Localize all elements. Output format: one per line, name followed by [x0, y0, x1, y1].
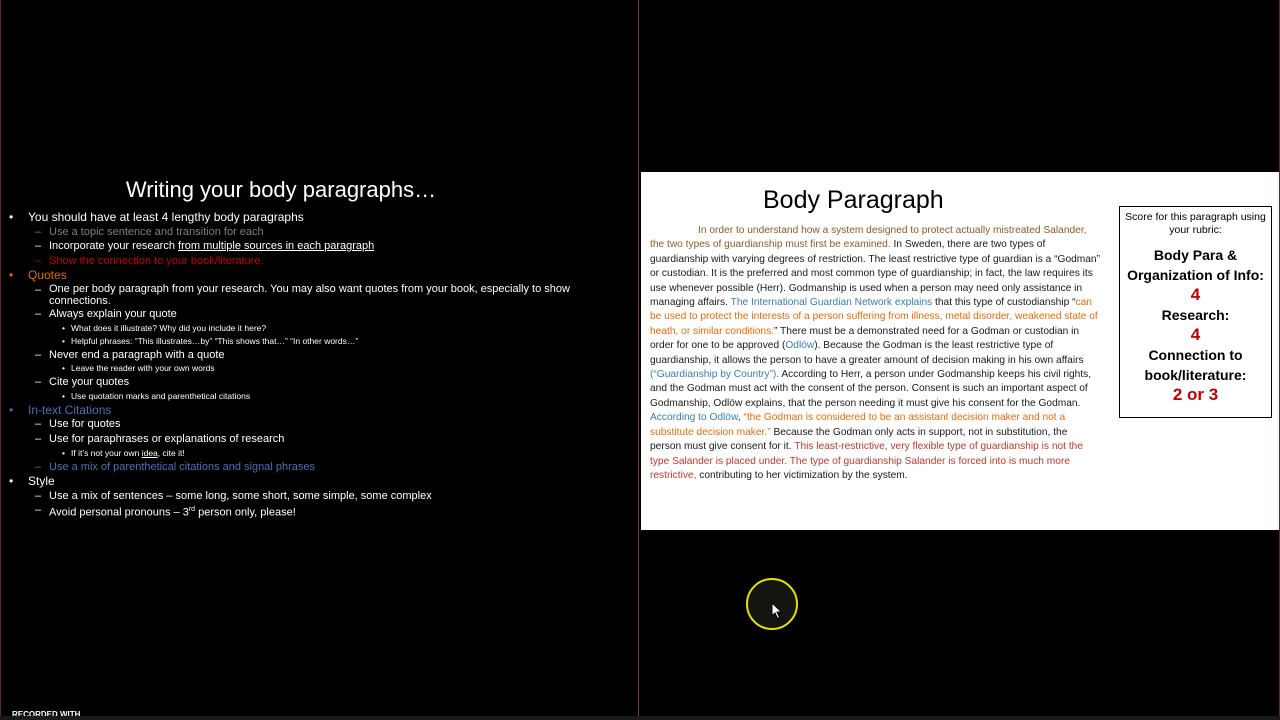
dash-icon: –	[35, 225, 42, 238]
bullet-item: • Use quotation marks and parenthetical c…	[62, 390, 251, 401]
document-page: Body Paragraph In order to understand ho…	[641, 172, 1279, 530]
underlined-text: idea	[141, 447, 158, 458]
score-value-connection: 2 or 3	[1172, 385, 1219, 404]
underlined-text: from multiple sources in each paragraph	[178, 240, 375, 253]
bullet-item: • Leave the reader with your own words	[62, 363, 215, 374]
slide-title: Writing your body paragraphs…	[125, 177, 437, 202]
dash-icon: –	[35, 307, 42, 320]
dash-icon: –	[35, 254, 42, 267]
dash-icon: –	[35, 283, 42, 296]
dash-icon: –	[35, 240, 42, 253]
document-title: Body Paragraph	[763, 186, 944, 214]
bullet-item: • You should have at least 4 lengthy body…	[9, 210, 304, 224]
bullet-icon: •	[9, 402, 14, 417]
bullet-heading-citations: • In-text Citations	[9, 402, 112, 417]
bullet-item: – Always explain your quote	[35, 307, 177, 320]
score-label-connection: Connection to book/literature:	[1144, 347, 1247, 383]
dash-icon: –	[35, 432, 42, 445]
body-paragraph-text: In order to understand how a system desi…	[650, 225, 1100, 481]
score-label-organization: Body Para & Organization of Info:	[1127, 247, 1264, 283]
dash-icon: –	[35, 418, 42, 431]
dash-icon: –	[35, 348, 42, 361]
bullet-item: – Cite your quotes	[35, 376, 130, 389]
bullet-item: • What does it illustrate? Why did you in…	[62, 322, 267, 333]
dash-icon: –	[35, 460, 42, 473]
bullet-item: – Use a mix of sentences – some long, som…	[35, 489, 432, 502]
bullet-item: • If it’s not your own idea, cite it!	[62, 447, 185, 458]
bullet-icon: •	[62, 447, 65, 458]
score-box: Score for this paragraph using your rubr…	[1119, 206, 1272, 418]
bullet-icon: •	[62, 335, 65, 346]
slide-bullet-list: • You should have at least 4 lengthy body…	[9, 210, 609, 521]
bullet-icon: •	[9, 210, 14, 224]
bullet-item: – Use for paraphrases or explanations of …	[35, 432, 285, 445]
bottom-taskbar-strip	[0, 716, 1280, 720]
bullet-item: – Show the connection to your book/litera…	[35, 254, 264, 267]
bullet-heading-style: • Style	[9, 474, 55, 489]
bullet-item: • Helpful phrases: “This illustrates…by” …	[62, 335, 359, 346]
bullet-item: – Incorporate your research from multiple…	[35, 240, 375, 253]
score-label-research: Research:	[1161, 307, 1230, 323]
bullet-item: – Avoid personal pronouns – 3rd person on…	[35, 504, 296, 519]
bullet-item: – Never end a paragraph with a quote	[35, 348, 225, 361]
bullet-icon: •	[62, 322, 65, 333]
bullet-icon: •	[9, 268, 14, 283]
mouse-pointer-icon	[771, 602, 783, 620]
bullet-item: – Use for quotes	[35, 418, 121, 431]
bullet-icon: •	[9, 474, 14, 489]
bullet-icon: •	[62, 390, 65, 401]
dash-icon: –	[35, 489, 42, 502]
score-value-research: 4	[1190, 325, 1201, 344]
dash-icon: –	[35, 504, 42, 517]
score-intro: Score for this paragraph using your rubr…	[1125, 211, 1266, 236]
bullet-item: – One per body paragraph from your resear…	[35, 282, 570, 307]
bullet-heading-quotes: • Quotes	[9, 268, 67, 283]
dash-icon: –	[35, 376, 42, 389]
bullet-item: – Use a topic sentence and transition for…	[35, 225, 264, 238]
bullet-item: – Use a mix of parenthetical citations an…	[35, 460, 315, 473]
score-value-organization: 4	[1190, 285, 1201, 304]
bullet-icon: •	[62, 363, 65, 374]
left-slide-panel: Writing your body paragraphs… • You shoul…	[0, 0, 639, 718]
